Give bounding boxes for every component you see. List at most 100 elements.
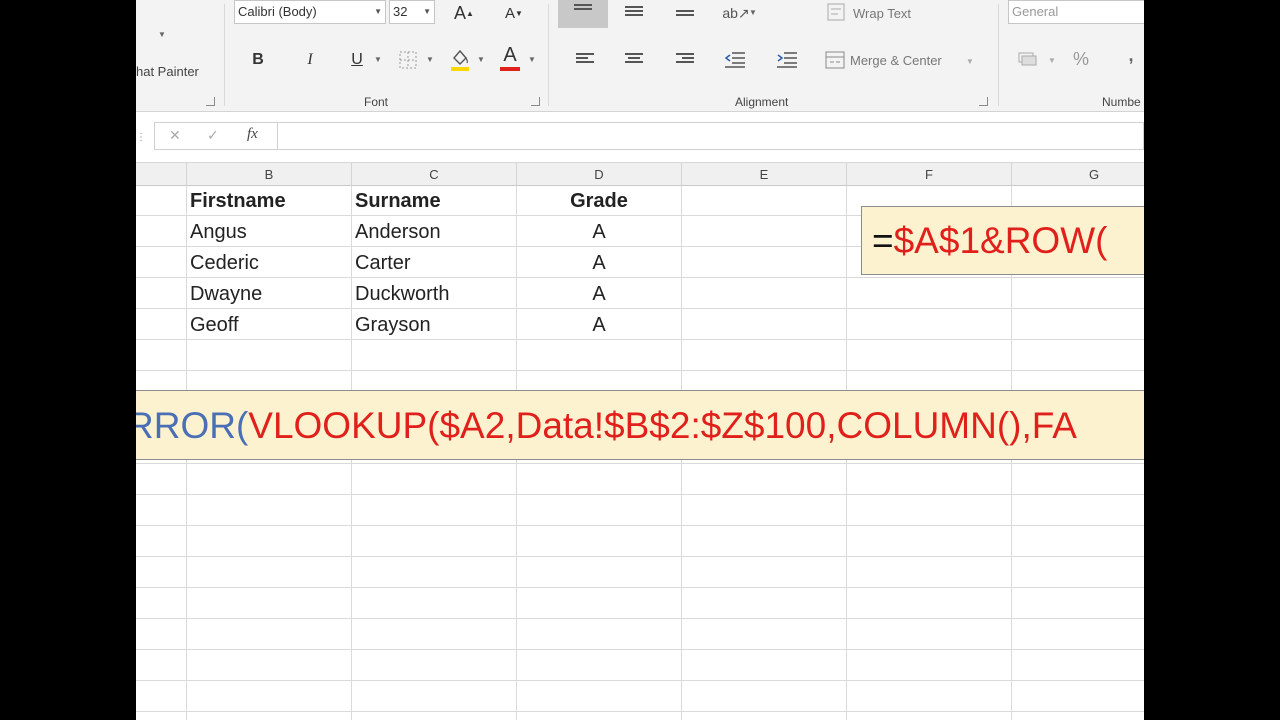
merge-center-label[interactable]: Merge & Center bbox=[850, 53, 942, 68]
merge-center-icon bbox=[825, 51, 845, 69]
column-header-b[interactable]: B bbox=[187, 163, 352, 186]
column-header-c[interactable]: C bbox=[352, 163, 517, 186]
wrap-text-label[interactable]: Wrap Text bbox=[853, 6, 911, 21]
increase-indent-icon bbox=[777, 52, 797, 68]
bold-button[interactable]: B bbox=[246, 48, 270, 72]
borders-button[interactable] bbox=[398, 50, 418, 70]
shrink-font-button[interactable]: A ▼ bbox=[502, 2, 526, 24]
cell-grade[interactable]: A bbox=[517, 310, 681, 341]
cell-firstname[interactable]: Angus bbox=[190, 217, 350, 248]
grow-font-button[interactable]: A ▲ bbox=[452, 2, 476, 24]
shrink-font-icon: A bbox=[505, 4, 516, 22]
font-color-dropdown-arrow[interactable]: ▼ bbox=[528, 55, 536, 64]
chevron-down-icon: ▼ bbox=[374, 7, 382, 16]
column-header-g[interactable]: G bbox=[1012, 163, 1144, 186]
fill-dropdown-arrow[interactable]: ▼ bbox=[477, 55, 485, 64]
orientation-icon: ab↗ bbox=[722, 4, 750, 21]
name-box-grip: ⋮ bbox=[136, 132, 146, 143]
header-grade[interactable]: Grade bbox=[517, 186, 681, 217]
top-align-button[interactable] bbox=[558, 0, 608, 28]
number-format-value: General bbox=[1012, 4, 1059, 19]
cell-grade[interactable]: A bbox=[517, 248, 681, 279]
orientation-button[interactable]: ab↗ bbox=[722, 2, 750, 24]
header-surname[interactable]: Surname bbox=[355, 186, 515, 217]
italic-icon: I bbox=[307, 51, 313, 68]
align-right-icon[interactable] bbox=[676, 53, 694, 67]
font-color-button[interactable]: A bbox=[499, 44, 521, 72]
font-launcher-icon[interactable] bbox=[531, 97, 540, 106]
lookup-formula-callout: RROR(VLOOKUP($A2,Data!$B$2:$Z$100,COLUMN… bbox=[136, 390, 1144, 460]
font-color-swatch bbox=[500, 67, 520, 71]
comma-button[interactable]: , bbox=[1124, 44, 1138, 66]
formula-prefix: RROR( bbox=[136, 405, 249, 446]
decrease-indent-button[interactable] bbox=[724, 50, 746, 70]
fill-color-button[interactable] bbox=[449, 46, 471, 72]
grow-font-icon: A bbox=[454, 2, 467, 23]
bottom-align-icon[interactable] bbox=[676, 10, 694, 24]
underline-button[interactable]: U bbox=[345, 48, 369, 72]
column-header-a[interactable] bbox=[136, 163, 187, 186]
font-group-label: Font bbox=[364, 95, 389, 109]
formula-buttons: ✕ ✓ fx bbox=[154, 122, 278, 150]
merge-dropdown-arrow[interactable]: ▼ bbox=[966, 57, 974, 66]
column-header-e[interactable]: E bbox=[682, 163, 847, 186]
excel-window: ▼ hat Painter Calibri (Body) ▼ 32 ▼ A ▲ A… bbox=[136, 0, 1144, 720]
merge-center-button[interactable] bbox=[824, 50, 846, 70]
cancel-icon[interactable]: ✕ bbox=[169, 127, 181, 144]
percent-button[interactable]: % bbox=[1070, 48, 1092, 70]
format-painter-button[interactable]: hat Painter bbox=[136, 64, 199, 79]
cell-grade[interactable]: A bbox=[517, 217, 681, 248]
font-size-select[interactable]: 32 ▼ bbox=[389, 0, 435, 24]
increase-indent-button[interactable] bbox=[776, 50, 798, 70]
cell-surname[interactable]: Carter bbox=[355, 248, 515, 279]
font-name-select[interactable]: Calibri (Body) ▼ bbox=[234, 0, 386, 24]
number-group-label: Numbe bbox=[1102, 95, 1141, 109]
accounting-dropdown-arrow[interactable]: ▼ bbox=[1048, 56, 1056, 65]
align-center-icon[interactable] bbox=[625, 53, 643, 67]
top-align-icon bbox=[574, 4, 592, 18]
formula-body: VLOOKUP($A2,Data!$B$2:$Z$100,COLUMN(),FA bbox=[248, 405, 1077, 446]
underline-icon: U bbox=[351, 51, 363, 68]
cell-surname[interactable]: Duckworth bbox=[355, 279, 515, 310]
orientation-dropdown-arrow[interactable]: ▼ bbox=[749, 8, 757, 17]
cell-firstname[interactable]: Dwayne bbox=[190, 279, 350, 310]
middle-align-icon[interactable] bbox=[625, 6, 643, 20]
comma-icon: , bbox=[1128, 44, 1134, 65]
decrease-indent-icon bbox=[724, 52, 745, 68]
formula-bar: ⋮ ✕ ✓ fx bbox=[136, 112, 1144, 162]
font-size-value: 32 bbox=[393, 4, 408, 19]
column-header-f[interactable]: F bbox=[847, 163, 1012, 186]
borders-icon bbox=[399, 51, 417, 69]
clipboard-launcher-icon[interactable] bbox=[206, 97, 215, 106]
italic-button[interactable]: I bbox=[298, 48, 322, 72]
number-format-select[interactable]: General bbox=[1008, 0, 1144, 24]
formula-input[interactable] bbox=[278, 122, 1144, 150]
borders-dropdown-arrow[interactable]: ▼ bbox=[426, 55, 434, 64]
lookup-formula-text: RROR(VLOOKUP($A2,Data!$B$2:$Z$100,COLUMN… bbox=[136, 404, 1077, 448]
cell-firstname[interactable]: Geoff bbox=[190, 310, 350, 341]
column-header-d[interactable]: D bbox=[517, 163, 682, 186]
enter-icon[interactable]: ✓ bbox=[207, 127, 219, 144]
cell-surname[interactable]: Anderson bbox=[355, 217, 515, 248]
ribbon: ▼ hat Painter Calibri (Body) ▼ 32 ▼ A ▲ A… bbox=[136, 0, 1144, 112]
insert-function-icon[interactable]: fx bbox=[247, 126, 258, 143]
formula-equals: = bbox=[872, 220, 894, 261]
bold-icon: B bbox=[252, 51, 264, 68]
cell-grade[interactable]: A bbox=[517, 279, 681, 310]
alignment-launcher-icon[interactable] bbox=[979, 97, 988, 106]
paste-dropdown-arrow[interactable]: ▼ bbox=[158, 30, 166, 39]
header-firstname[interactable]: Firstname bbox=[190, 186, 350, 217]
percent-icon: % bbox=[1072, 48, 1089, 69]
align-left-icon[interactable] bbox=[576, 53, 594, 67]
cell-firstname[interactable]: Cederic bbox=[190, 248, 350, 279]
accounting-format-button[interactable] bbox=[1016, 48, 1040, 70]
cell-surname[interactable]: Grayson bbox=[355, 310, 515, 341]
underline-dropdown-arrow[interactable]: ▼ bbox=[374, 55, 382, 64]
accounting-icon bbox=[1018, 52, 1037, 66]
fill-bucket-icon bbox=[451, 49, 469, 71]
row-formula-text: =$A$1&ROW( bbox=[872, 219, 1107, 263]
font-name-value: Calibri (Body) bbox=[238, 4, 317, 19]
font-color-icon: A bbox=[503, 44, 517, 66]
row-formula-callout: =$A$1&ROW( bbox=[861, 206, 1144, 275]
wrap-text-button[interactable] bbox=[826, 2, 846, 22]
